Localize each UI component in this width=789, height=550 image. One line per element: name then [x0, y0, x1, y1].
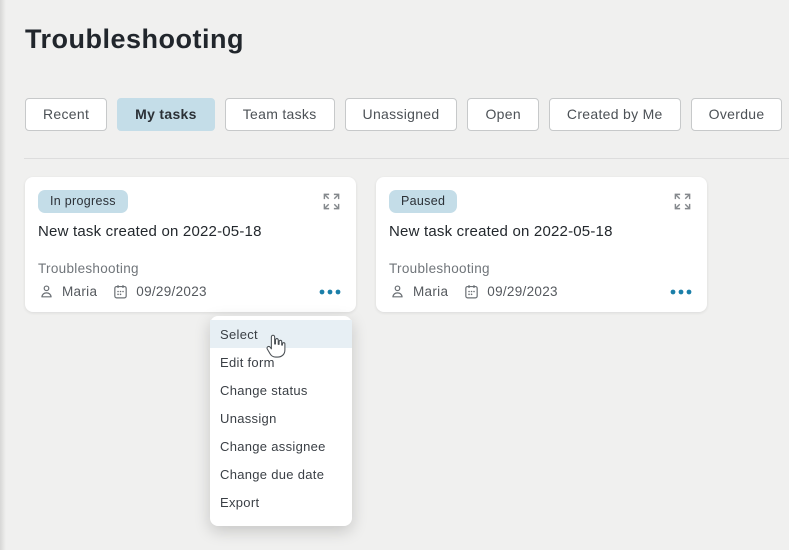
due-date: 09/29/2023 [487, 284, 558, 299]
tab-recent[interactable]: Recent [25, 98, 107, 131]
calendar-icon [112, 283, 129, 300]
person-icon [389, 283, 406, 300]
person-icon [38, 283, 55, 300]
assignee-name: Maria [62, 284, 97, 299]
task-card-2[interactable]: Paused New task created on 2022-05-18 Tr… [376, 177, 707, 312]
menu-item-select[interactable]: Select [210, 320, 352, 348]
context-menu: Select Edit form Change status Unassign … [210, 316, 352, 526]
task-card-list: In progress New task created on 2022-05-… [25, 177, 707, 312]
tab-team-tasks[interactable]: Team tasks [225, 98, 335, 131]
menu-item-edit-form[interactable]: Edit form [210, 348, 352, 376]
window-edge [0, 0, 6, 550]
due-date: 09/29/2023 [136, 284, 207, 299]
menu-item-change-status[interactable]: Change status [210, 376, 352, 404]
menu-item-unassign[interactable]: Unassign [210, 404, 352, 432]
status-badge: Paused [389, 190, 457, 213]
task-category: Troubleshooting [389, 261, 694, 276]
menu-item-change-assignee[interactable]: Change assignee [210, 432, 352, 460]
status-badge: In progress [38, 190, 128, 213]
tab-my-tasks[interactable]: My tasks [117, 98, 215, 131]
menu-item-change-due-date[interactable]: Change due date [210, 460, 352, 488]
card-menu-button[interactable] [668, 285, 694, 299]
tab-unassigned[interactable]: Unassigned [345, 98, 458, 131]
expand-icon[interactable] [322, 192, 341, 211]
task-title: New task created on 2022-05-18 [389, 223, 694, 240]
ellipsis-icon [319, 289, 341, 295]
expand-icon[interactable] [673, 192, 692, 211]
card-menu-button[interactable] [317, 285, 343, 299]
page-title: Troubleshooting [25, 24, 244, 55]
tab-overdue[interactable]: Overdue [691, 98, 783, 131]
task-category: Troubleshooting [38, 261, 343, 276]
filter-tab-bar: Recent My tasks Team tasks Unassigned Op… [25, 97, 775, 131]
task-title: New task created on 2022-05-18 [38, 223, 343, 240]
task-card-1[interactable]: In progress New task created on 2022-05-… [25, 177, 356, 312]
calendar-icon [463, 283, 480, 300]
ellipsis-icon [670, 289, 692, 295]
section-divider [24, 158, 789, 159]
menu-item-export[interactable]: Export [210, 488, 352, 516]
tab-open[interactable]: Open [467, 98, 538, 131]
tab-created-by-me[interactable]: Created by Me [549, 98, 681, 131]
assignee-name: Maria [413, 284, 448, 299]
